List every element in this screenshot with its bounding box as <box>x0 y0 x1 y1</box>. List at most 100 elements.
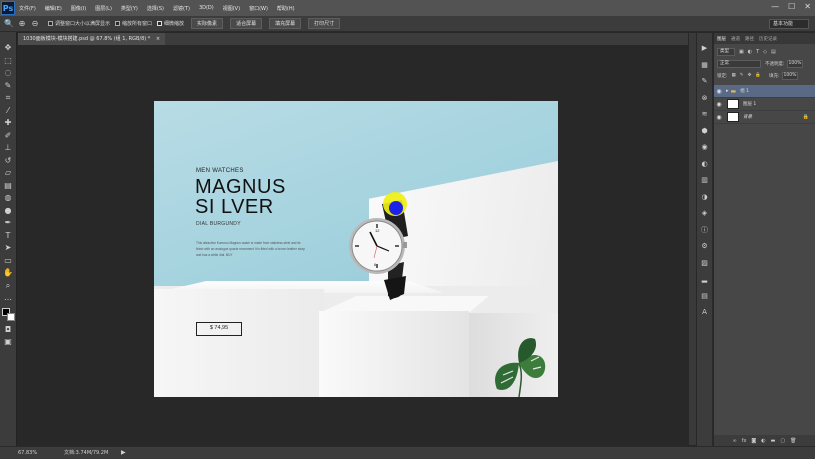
eraser-tool-icon[interactable]: ▱ <box>3 167 14 178</box>
fit-screen-button[interactable]: 适合屏幕 <box>230 18 263 29</box>
layer-row-group1[interactable]: ◉ ▸ ▬ 组 1 <box>714 85 815 98</box>
quick-mask-icon[interactable]: ◘ <box>3 324 14 335</box>
menu-layer[interactable]: 图层(L) <box>95 5 112 12</box>
filter-smart-icon[interactable]: ▤ <box>771 49 776 55</box>
menu-3d[interactable]: 3D(D) <box>199 5 214 11</box>
fx-icon[interactable]: fx <box>742 438 747 444</box>
lock-transparent-icon[interactable]: ▦ <box>732 73 736 78</box>
visibility-eye-icon[interactable]: ◉ <box>714 114 724 121</box>
menu-filter[interactable]: 滤镜(T) <box>173 5 190 12</box>
clone-source-icon[interactable]: ⊗ <box>700 93 710 103</box>
history-icon[interactable]: ▦ <box>700 60 710 70</box>
menu-file[interactable]: 文件(F) <box>19 5 36 12</box>
lasso-tool-icon[interactable]: ◌ <box>3 67 14 78</box>
document-canvas[interactable]: MEN WATCHES MAGNUS SI LVER DIAL BURGUNDY… <box>154 101 558 397</box>
menu-image[interactable]: 图像(I) <box>71 5 86 12</box>
tab-channels[interactable]: 通道 <box>731 36 740 42</box>
trash-icon[interactable]: 🗑 <box>790 438 796 444</box>
timeline-icon[interactable]: ▤ <box>700 291 710 301</box>
scrubby-zoom-checkbox[interactable] <box>157 21 163 26</box>
background-color-swatch[interactable] <box>6 312 15 321</box>
menu-select[interactable]: 选择(S) <box>147 5 164 12</box>
opacity-field[interactable]: 100% <box>786 59 803 68</box>
visibility-eye-icon[interactable]: ◉ <box>714 101 724 108</box>
tab-close-icon[interactable]: × <box>156 36 160 42</box>
zoom-in-icon[interactable]: ⊕ <box>17 19 27 29</box>
properties-icon[interactable]: ⚙ <box>700 241 710 251</box>
minimize-icon[interactable]: — <box>771 2 779 11</box>
filter-pixel-icon[interactable]: ▣ <box>739 49 744 55</box>
paths-icon[interactable]: ◈ <box>700 208 710 218</box>
history-brush-tool-icon[interactable]: ↺ <box>3 155 14 166</box>
workspace-select[interactable]: 基本功能 <box>769 19 809 29</box>
zoom-level[interactable]: 67.83% <box>18 447 37 459</box>
info-icon[interactable]: ⓘ <box>700 225 710 235</box>
status-menu-arrow-icon[interactable]: ▶ <box>121 447 126 459</box>
close-icon[interactable]: ✕ <box>804 2 811 11</box>
tab-layers[interactable]: 图层 <box>717 36 726 42</box>
zoom-out-icon[interactable]: ⊖ <box>30 19 40 29</box>
blend-mode-select[interactable]: 正常 <box>717 59 761 68</box>
canvas-vertical-scrollbar[interactable] <box>689 33 696 445</box>
histogram-icon[interactable]: ▂ <box>700 274 710 284</box>
3d-icon[interactable]: ⬢ <box>700 126 710 136</box>
eyedropper-tool-icon[interactable]: ⁄ <box>3 105 14 116</box>
expand-arrow-icon[interactable]: ▸ <box>726 88 729 94</box>
layer-comps-icon[interactable]: ▨ <box>700 258 710 268</box>
brush-preset-icon[interactable]: ✎ <box>700 76 710 86</box>
clone-stamp-tool-icon[interactable]: ⊥ <box>3 142 14 153</box>
brush-tool-icon[interactable]: ✐ <box>3 130 14 141</box>
menu-type[interactable]: 类型(Y) <box>121 5 138 12</box>
layer-filter-select[interactable]: 类型 <box>717 47 735 56</box>
filter-shape-icon[interactable]: ◇ <box>763 49 767 55</box>
adjustments-icon[interactable]: ≋ <box>700 109 710 119</box>
folder-icon[interactable]: ▬ <box>771 438 776 444</box>
type-tool-icon[interactable]: T <box>3 230 14 241</box>
color-icon[interactable]: ◑ <box>700 192 710 202</box>
marquee-tool-icon[interactable]: ⬚ <box>3 55 14 66</box>
lock-pixels-icon[interactable]: ✎ <box>740 73 744 78</box>
menu-edit[interactable]: 编辑(E) <box>45 5 62 12</box>
resize-window-checkbox[interactable] <box>48 21 53 26</box>
screen-mode-icon[interactable]: ▣ <box>3 336 14 347</box>
styles-icon[interactable]: ◐ <box>700 159 710 169</box>
navigator-icon[interactable]: ◉ <box>700 142 710 152</box>
visibility-eye-icon[interactable]: ◉ <box>714 88 724 95</box>
fill-screen-button[interactable]: 填充屏幕 <box>269 18 302 29</box>
dodge-tool-icon[interactable]: ● <box>3 205 14 216</box>
gradient-tool-icon[interactable]: ▤ <box>3 180 14 191</box>
maximize-icon[interactable]: ☐ <box>788 2 795 11</box>
crop-tool-icon[interactable]: ⌗ <box>3 92 14 103</box>
menu-window[interactable]: 窗口(W) <box>249 5 268 12</box>
menu-help[interactable]: 帮助(H) <box>277 5 295 12</box>
swatches-icon[interactable]: ▥ <box>700 175 710 185</box>
layer-row-background[interactable]: ◉ 背景 🔒 <box>714 111 815 124</box>
actual-pixels-button[interactable]: 实际像素 <box>191 18 224 29</box>
tab-paths[interactable]: 路径 <box>745 36 754 42</box>
print-size-button[interactable]: 打印尺寸 <box>308 18 341 29</box>
layer-row-layer1[interactable]: ◉ 图层 1 <box>714 98 815 111</box>
menu-view[interactable]: 视图(V) <box>223 5 240 12</box>
fill-field[interactable]: 100% <box>781 71 798 80</box>
healing-tool-icon[interactable]: ✚ <box>3 117 14 128</box>
mask-icon[interactable]: ◙ <box>751 438 756 444</box>
shape-tool-icon[interactable]: ▭ <box>3 255 14 266</box>
document-tab[interactable]: 1030面板模块-模块搭建.psd @ 67.8% (组 1, RGB/8) *… <box>18 33 166 45</box>
new-layer-icon[interactable]: ▢ <box>780 438 785 444</box>
zoom-tool-icon[interactable]: ⌕ <box>3 280 14 291</box>
more-tools-icon[interactable]: … <box>3 292 14 303</box>
quick-select-tool-icon[interactable]: ✎ <box>3 80 14 91</box>
character-icon[interactable]: A <box>700 307 710 317</box>
zoom-all-checkbox[interactable] <box>115 21 121 26</box>
hand-tool-icon[interactable]: ✋ <box>3 267 14 278</box>
lock-position-icon[interactable]: ✥ <box>748 73 752 78</box>
color-swatches[interactable] <box>1 307 15 321</box>
link-icon[interactable]: ∞ <box>733 438 737 444</box>
pen-tool-icon[interactable]: ✒ <box>3 217 14 228</box>
blur-tool-icon[interactable]: ◍ <box>3 192 14 203</box>
adjustment-icon[interactable]: ◐ <box>761 438 765 444</box>
lock-all-icon[interactable]: 🔒 <box>755 73 761 78</box>
move-tool-icon[interactable]: ✥ <box>3 42 14 53</box>
path-select-tool-icon[interactable]: ➤ <box>3 242 14 253</box>
tab-history[interactable]: 历史记录 <box>759 36 777 42</box>
